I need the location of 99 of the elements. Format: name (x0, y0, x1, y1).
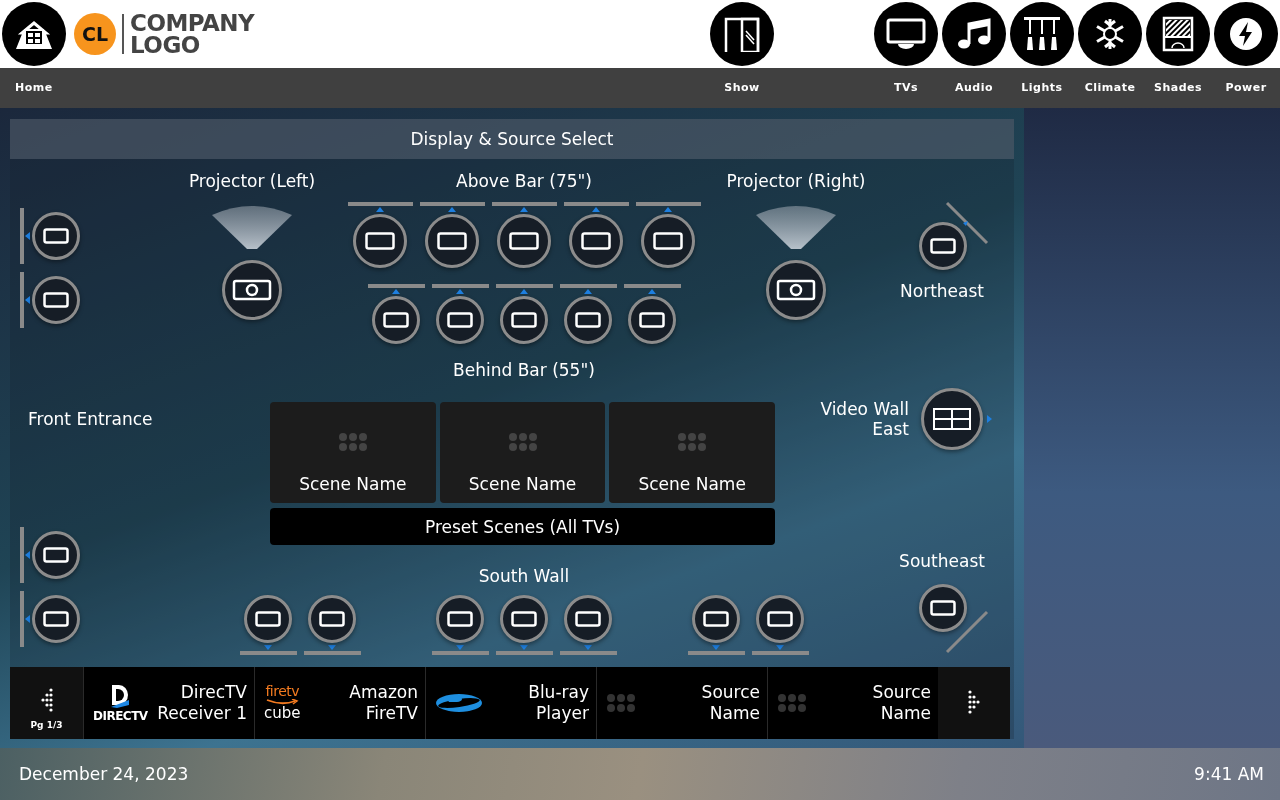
display-button[interactable] (921, 388, 983, 450)
disc-logo-icon (435, 692, 483, 714)
tv-icon (886, 18, 926, 50)
display-button[interactable] (425, 214, 479, 268)
directv-logo: DIRECTV (93, 683, 148, 723)
firetv-logo: firetv cube (264, 684, 301, 722)
video-wall-icon (932, 407, 972, 431)
tv-icon (575, 611, 601, 627)
display-button[interactable] (919, 584, 967, 632)
dotted-arrow-icon (967, 690, 981, 716)
zone-label: Projector (Left) (188, 171, 316, 191)
zone-label: Southeast (899, 551, 985, 571)
display-button[interactable] (564, 595, 612, 643)
tv-icon (930, 600, 956, 616)
wall-mount-marker (945, 201, 989, 245)
tv-icon (575, 312, 601, 328)
zone-label: Video Wall East (819, 399, 909, 439)
source-button[interactable]: DIRECTV DirecTV Receiver 1 (83, 667, 254, 739)
display-button[interactable] (32, 531, 80, 579)
tv-icon (43, 228, 69, 244)
tv-icon (255, 611, 281, 627)
display-button[interactable] (500, 595, 548, 643)
snowflake-icon (1093, 17, 1127, 51)
display-button[interactable] (919, 222, 967, 270)
zone-label: South Wall (478, 566, 570, 586)
logo-wordmark: COMPANY LOGO (130, 12, 255, 56)
lightning-bolt-icon (1229, 17, 1263, 51)
dots-icon (507, 432, 538, 452)
preset-scenes-button[interactable]: Preset Scenes (All TVs) (270, 508, 775, 545)
zone-label: Northeast (900, 281, 984, 301)
display-button[interactable] (32, 276, 80, 324)
projector-icon (776, 279, 816, 301)
scene-button[interactable]: Scene Name (270, 402, 436, 503)
tv-icon (319, 611, 345, 627)
display-button[interactable] (353, 214, 407, 268)
dots-icon (337, 432, 368, 452)
display-button[interactable] (436, 595, 484, 643)
display-button[interactable] (569, 214, 623, 268)
display-button[interactable] (756, 595, 804, 643)
panel-title: Display & Source Select (10, 119, 1014, 159)
display-button[interactable] (766, 260, 826, 320)
music-note-icon (957, 18, 991, 50)
zone-label: Front Entrance (28, 409, 153, 429)
sliding-door-icon (723, 16, 761, 52)
tv-icon (43, 292, 69, 308)
wall-mount-marker (945, 610, 989, 654)
logo-badge: CL (74, 13, 116, 55)
dots-icon (677, 432, 708, 452)
tv-icon (447, 312, 473, 328)
tv-icon (43, 611, 69, 627)
display-button[interactable] (500, 296, 548, 344)
dotted-arrow-icon (39, 688, 54, 714)
tv-icon (511, 611, 537, 627)
display-button[interactable] (692, 595, 740, 643)
d-mark-icon (109, 683, 132, 709)
tv-icon (447, 611, 473, 627)
tv-icon (365, 232, 395, 250)
display-button[interactable] (497, 214, 551, 268)
tv-icon (43, 547, 69, 563)
tv-icon (653, 232, 683, 250)
tv-icon (383, 312, 409, 328)
status-time: 9:41 AM (1194, 764, 1264, 784)
smile-arrow-icon (265, 699, 300, 705)
display-button[interactable] (628, 296, 676, 344)
display-button[interactable] (32, 595, 80, 643)
source-button[interactable]: firetv cube Amazon FireTV (254, 667, 425, 739)
scene-button[interactable]: Scene Name (609, 402, 775, 503)
projector-icon (232, 279, 272, 301)
zone-label: Behind Bar (55") (453, 360, 595, 380)
tv-icon (509, 232, 539, 250)
tv-icon (511, 312, 537, 328)
tv-icon (767, 611, 793, 627)
source-button[interactable]: Blu-ray Player (425, 667, 596, 739)
tv-icon (639, 312, 665, 328)
status-date: December 24, 2023 (19, 764, 189, 784)
display-button[interactable] (641, 214, 695, 268)
display-button[interactable] (222, 260, 282, 320)
display-button[interactable] (244, 595, 292, 643)
display-button[interactable] (308, 595, 356, 643)
zone-label: Projector (Right) (726, 171, 866, 191)
source-button[interactable]: Source Name (596, 667, 767, 739)
dots-icon (606, 693, 636, 713)
window-shade-icon (1162, 16, 1194, 52)
pointer-icon (987, 415, 992, 423)
tv-icon (930, 238, 956, 254)
display-button[interactable] (372, 296, 420, 344)
tv-icon (581, 232, 611, 250)
scene-button[interactable]: Scene Name (439, 402, 606, 503)
page-button[interactable]: Pg 1/3 (10, 667, 83, 739)
display-button[interactable] (564, 296, 612, 344)
tv-icon (437, 232, 467, 250)
source-button[interactable]: Source Name (767, 667, 938, 739)
display-button[interactable] (436, 296, 484, 344)
dots-icon (777, 693, 807, 713)
tv-icon (703, 611, 729, 627)
display-button[interactable] (32, 212, 80, 260)
next-page-button[interactable] (938, 667, 1010, 739)
pendant-lights-icon (1022, 17, 1062, 51)
zone-label: Above Bar (75") (456, 171, 592, 191)
